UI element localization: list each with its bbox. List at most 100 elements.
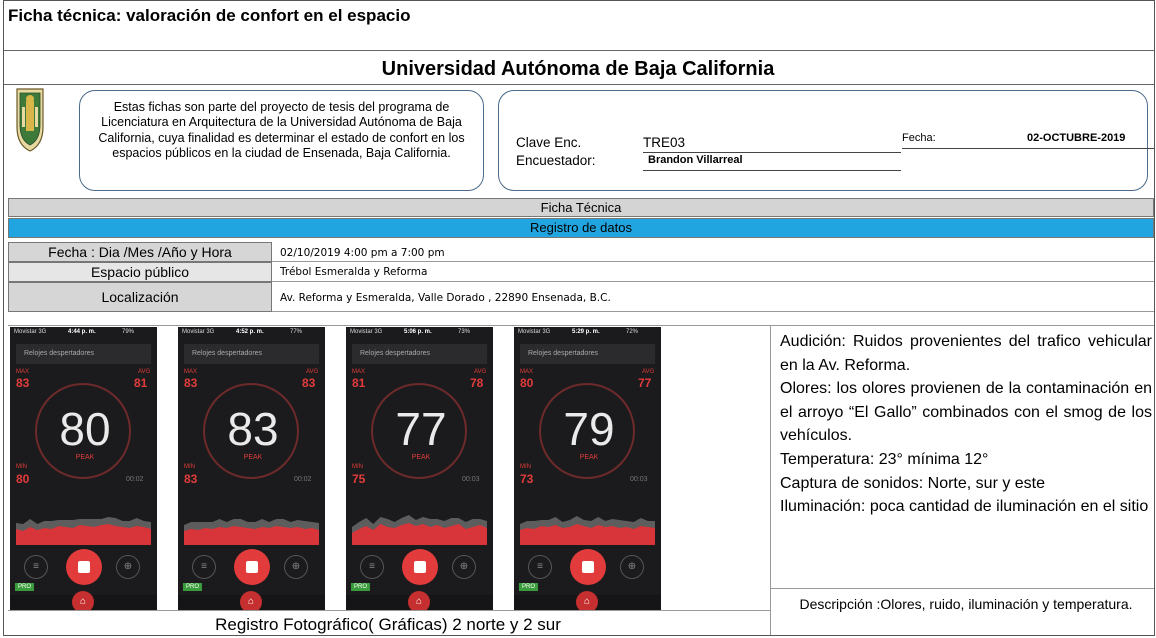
peak-value: 80 xyxy=(59,403,111,455)
app-header: Relojes despertadores xyxy=(520,344,655,364)
list-icon[interactable]: ≡ xyxy=(192,555,216,579)
decibel-graph xyxy=(16,517,151,545)
divider xyxy=(770,588,1154,589)
peak-label: PEAK xyxy=(243,454,263,461)
note-iluminacion: Iluminación: poca cantidad de iluminació… xyxy=(780,498,1149,516)
encuestador-value: Brandon Villarreal xyxy=(648,154,743,166)
status-time: 4:52 p. m. xyxy=(236,329,264,335)
min-value: 83 xyxy=(184,472,198,486)
app-header: Relojes despertadores xyxy=(352,344,487,364)
battery-text: 79% xyxy=(122,329,135,335)
peak-value: 79 xyxy=(563,403,615,455)
row-value-fecha: 02/10/2019 4:00 pm a 7:00 pm xyxy=(280,247,445,259)
share-icon[interactable]: ⊕ xyxy=(620,555,644,579)
app-header: Relojes despertadores xyxy=(16,344,151,364)
fecha-value: 02-OCTUBRE-2019 xyxy=(1027,132,1126,144)
decibel-graph xyxy=(184,519,319,545)
min-label: MIN xyxy=(520,464,531,470)
divider xyxy=(272,311,1154,312)
app-title: Relojes despertadores xyxy=(24,350,95,357)
intro-text: Estas fichas son parte del proyecto de t… xyxy=(98,100,465,160)
photo-caption: Registro Fotográfico( Gráficas) 2 norte … xyxy=(215,615,561,634)
observations-notes: Audición: Ruidos provenientes del trafic… xyxy=(780,330,1152,578)
clave-label: Clave Enc. xyxy=(516,135,582,150)
avg-label: AVG xyxy=(474,369,487,375)
pro-badge: PRO xyxy=(351,583,371,591)
min-value: 75 xyxy=(352,472,366,486)
stop-button[interactable] xyxy=(402,549,438,585)
share-icon[interactable]: ⊕ xyxy=(284,555,308,579)
clave-value: TRE03 xyxy=(643,135,686,150)
stop-icon xyxy=(78,561,90,573)
pro-badge: PRO xyxy=(15,583,35,591)
row-value-localizacion: Av. Reforma y Esmeralda, Valle Dorado , … xyxy=(280,292,611,304)
university-name: Universidad Autónoma de Baja California xyxy=(381,58,775,80)
home-icon[interactable]: ⌂ xyxy=(576,591,598,611)
divider xyxy=(8,325,1154,326)
carrier-text: Movistar 3G xyxy=(182,329,215,335)
max-label: MAX xyxy=(184,369,198,375)
status-time: 5:06 p. m. xyxy=(404,329,432,335)
university-seal-icon xyxy=(15,87,45,153)
decibel-meter-screenshot: Movistar 3G 5:29 p. m. 72% Relojes despe… xyxy=(514,327,661,611)
decibel-meter-screenshot: Movistar 3G 4:52 p. m. 77% Relojes despe… xyxy=(178,327,325,611)
row-label-espacio: Espacio público xyxy=(8,262,272,282)
home-icon[interactable]: ⌂ xyxy=(72,591,94,611)
max-value: 80 xyxy=(520,376,534,390)
stop-button[interactable] xyxy=(234,549,270,585)
divider xyxy=(4,84,1154,85)
ficha-tecnica-bar: Ficha Técnica xyxy=(8,198,1154,217)
decibel-meter-screenshot: Movistar 3G 4:44 p. m. 79% Relojes despe… xyxy=(10,327,157,611)
max-value: 83 xyxy=(16,376,30,390)
fecha-underline xyxy=(902,148,1154,149)
encuestador-label: Encuestador: xyxy=(516,153,596,168)
carrier-text: Movistar 3G xyxy=(350,329,383,335)
duration-text: 00:03 xyxy=(462,476,480,483)
status-bar: Movistar 3G 5:29 p. m. 72% xyxy=(514,327,661,339)
home-icon[interactable]: ⌂ xyxy=(408,591,430,611)
max-value: 83 xyxy=(184,376,198,390)
list-icon[interactable]: ≡ xyxy=(528,555,552,579)
note-temperatura: Temperatura: 23° mínima 12° xyxy=(780,450,989,468)
battery-text: 72% xyxy=(626,329,639,335)
peak-value: 77 xyxy=(395,403,447,455)
intro-box: Estas fichas son parte del proyecto de t… xyxy=(79,90,484,191)
note-captura: Captura de sonidos: Norte, sur y este xyxy=(780,474,1046,492)
min-label: MIN xyxy=(184,464,195,470)
carrier-text: Movistar 3G xyxy=(14,329,47,335)
carrier-text: Movistar 3G xyxy=(518,329,551,335)
pro-badge: PRO xyxy=(183,583,203,591)
peak-label: PEAK xyxy=(411,454,431,461)
divider xyxy=(8,610,770,611)
status-bar: Movistar 3G 4:52 p. m. 77% xyxy=(178,327,325,339)
duration-text: 00:03 xyxy=(630,476,648,483)
share-icon[interactable]: ⊕ xyxy=(116,555,140,579)
stop-button[interactable] xyxy=(66,549,102,585)
status-time: 5:29 p. m. xyxy=(572,329,600,335)
app-header: Relojes despertadores xyxy=(184,344,319,364)
encuestador-underline xyxy=(643,170,901,171)
max-value: 81 xyxy=(352,376,366,390)
decibel-graph xyxy=(520,516,655,545)
registro-datos-bar: Registro de datos xyxy=(8,218,1154,238)
avg-label: AVG xyxy=(306,369,319,375)
share-icon[interactable]: ⊕ xyxy=(452,555,476,579)
note-audicion: Audición: Ruidos provenientes del trafic… xyxy=(780,333,1152,374)
home-icon[interactable]: ⌂ xyxy=(240,591,262,611)
min-label: MIN xyxy=(352,464,363,470)
divider xyxy=(272,261,1154,262)
status-bar: Movistar 3G 5:06 p. m. 73% xyxy=(346,327,493,339)
status-bar: Movistar 3G 4:44 p. m. 79% xyxy=(10,327,157,339)
stop-icon xyxy=(414,561,426,573)
stop-button[interactable] xyxy=(570,549,606,585)
status-time: 4:44 p. m. xyxy=(68,329,96,335)
row-value-espacio: Trébol Esmeralda y Reforma xyxy=(280,266,428,278)
app-title: Relojes despertadores xyxy=(192,350,263,357)
peak-label: PEAK xyxy=(579,454,599,461)
list-icon[interactable]: ≡ xyxy=(24,555,48,579)
list-icon[interactable]: ≡ xyxy=(360,555,384,579)
avg-label: AVG xyxy=(642,369,655,375)
avg-value: 83 xyxy=(302,376,316,390)
avg-label: AVG xyxy=(138,369,151,375)
battery-text: 77% xyxy=(290,329,303,335)
